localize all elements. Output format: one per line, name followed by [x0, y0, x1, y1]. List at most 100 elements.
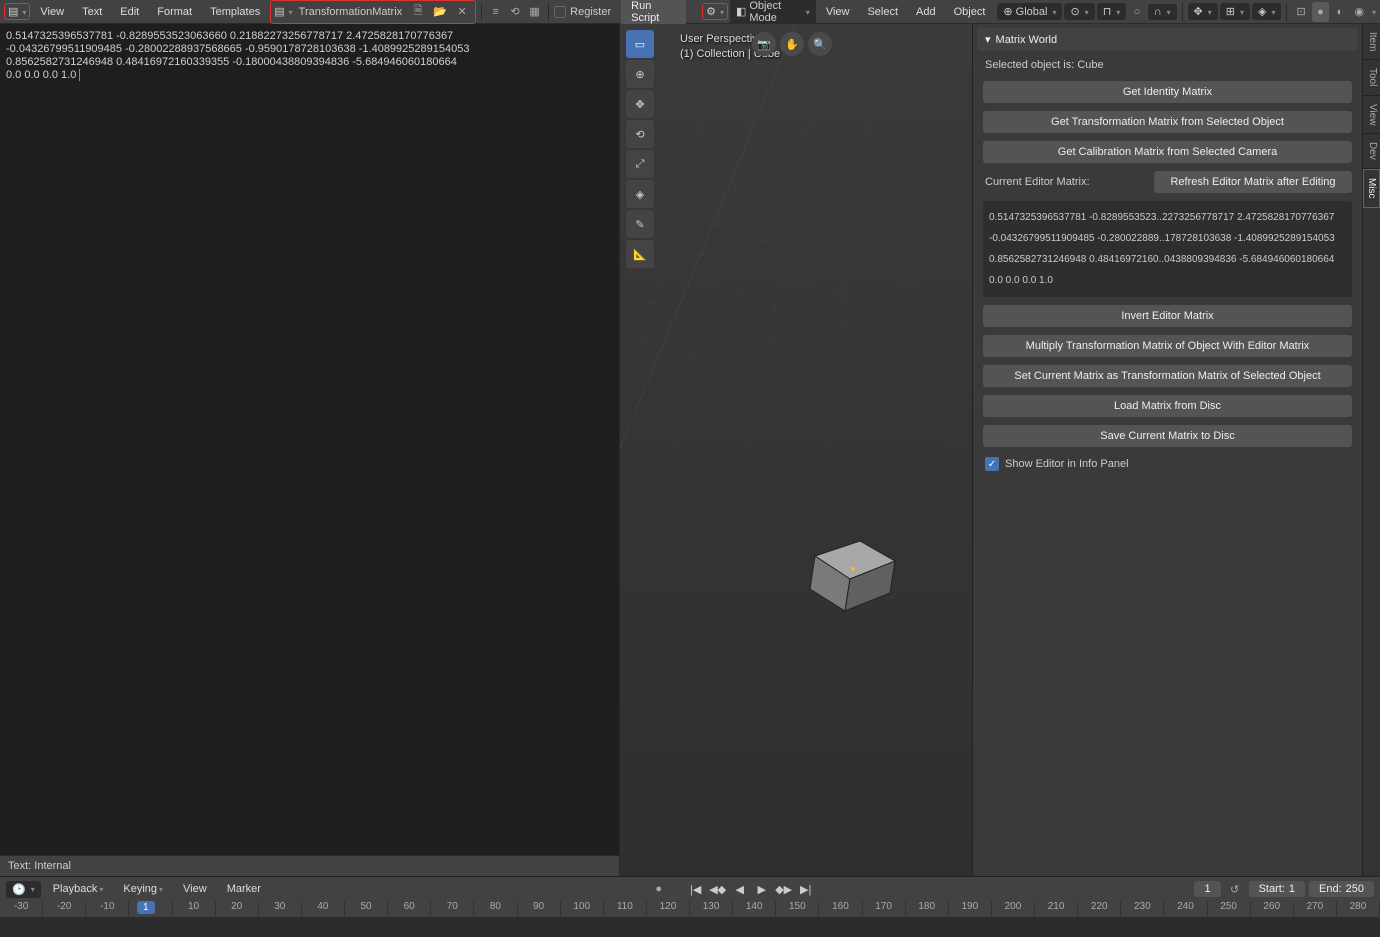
lock-range-icon[interactable]: ↺ [1225, 879, 1245, 899]
tab-item[interactable]: Item [1363, 24, 1380, 60]
pivot-selector[interactable]: ⊙ [1064, 3, 1094, 20]
invert-matrix-button[interactable]: Invert Editor Matrix [983, 305, 1352, 327]
menu-format[interactable]: Format [149, 3, 200, 21]
get-calibration-button[interactable]: Get Calibration Matrix from Selected Cam… [983, 141, 1352, 163]
menu-text[interactable]: Text [74, 3, 110, 21]
text-editor-content[interactable]: 0.5147325396537781 -0.8289553523063660 0… [0, 24, 619, 855]
line-numbers-icon[interactable]: ≡ [487, 2, 504, 22]
n-panel-tabs: Item Tool View Dev Misc [1362, 24, 1380, 876]
show-editor-checkbox-row[interactable]: ✓ Show Editor in Info Panel [977, 453, 1358, 475]
pivot-icon: ⊙ [1070, 5, 1079, 18]
gizmo-icon: ✥ [1194, 5, 1203, 18]
timeline-ruler[interactable]: -30-20-101102030405060708090100110120130… [0, 901, 1380, 937]
tab-view[interactable]: View [1363, 96, 1380, 135]
play-icon[interactable]: ▶ [753, 880, 771, 898]
timeline-tick: 240 [1164, 901, 1207, 917]
jump-next-key-icon[interactable]: ◆▶ [775, 880, 793, 898]
transform-tool[interactable]: ◈ [626, 180, 654, 208]
tab-misc[interactable]: Misc [1363, 169, 1380, 208]
selected-object-label: Selected object is: Cube [977, 55, 1358, 75]
load-matrix-button[interactable]: Load Matrix from Disc [983, 395, 1352, 417]
vp-menu-object[interactable]: Object [946, 3, 994, 21]
shading-wireframe[interactable]: ⊡ [1292, 2, 1309, 22]
end-frame-field[interactable]: End:250 [1309, 881, 1374, 897]
move-tool[interactable]: ✥ [626, 90, 654, 118]
clock-icon: 🕑 [12, 883, 26, 896]
playhead[interactable]: 1 [137, 901, 155, 914]
timeline-editor-type[interactable]: 🕑 [6, 881, 41, 898]
pan-view-icon[interactable]: ✋ [780, 32, 804, 56]
vp-menu-view[interactable]: View [818, 3, 858, 21]
vp-menu-select[interactable]: Select [859, 3, 906, 21]
timeline-tick: 120 [647, 901, 690, 917]
scale-tool[interactable]: ⤢ [626, 150, 654, 178]
timeline-tick: 180 [906, 901, 949, 917]
matrix-display: 0.5147325396537781 -0.8289553523..227325… [983, 201, 1352, 297]
set-transform-button[interactable]: Set Current Matrix as Transformation Mat… [983, 365, 1352, 387]
jump-start-icon[interactable]: |◀ [687, 880, 705, 898]
open-text-icon[interactable]: 📂 [430, 2, 450, 22]
camera-view-icon[interactable]: 📷 [752, 32, 776, 56]
auto-key-icon[interactable]: ● [649, 879, 669, 899]
menu-edit[interactable]: Edit [112, 3, 147, 21]
xray-toggle[interactable]: ◈ [1252, 3, 1281, 20]
proportional-falloff[interactable]: ∩ [1148, 4, 1177, 20]
proportional-edit-icon[interactable]: ○ [1128, 2, 1145, 22]
tl-menu-marker[interactable]: Marker [219, 880, 269, 898]
menu-templates[interactable]: Templates [202, 3, 268, 21]
jump-prev-key-icon[interactable]: ◀◆ [709, 880, 727, 898]
annotate-tool[interactable]: ✎ [626, 210, 654, 238]
magnet-icon: ⊓ [1103, 5, 1112, 18]
refresh-matrix-button[interactable]: Refresh Editor Matrix after Editing [1154, 171, 1352, 193]
checkbox-checked-icon[interactable]: ✓ [985, 457, 999, 471]
shading-rendered[interactable]: ◉ [1351, 2, 1368, 22]
3d-viewport[interactable]: ▭ ⊕ ✥ ⟲ ⤢ ◈ ✎ 📐 User Perspective (1) Col… [620, 24, 972, 876]
cursor-tool[interactable]: ⊕ [626, 60, 654, 88]
save-matrix-button[interactable]: Save Current Matrix to Disc [983, 425, 1352, 447]
rotate-tool[interactable]: ⟲ [626, 120, 654, 148]
jump-end-icon[interactable]: ▶| [797, 880, 815, 898]
text-filename[interactable]: TransformationMatrix [295, 6, 407, 18]
tab-tool[interactable]: Tool [1363, 60, 1380, 95]
viewport-editor-type[interactable]: ⚙ [702, 3, 728, 20]
tab-dev[interactable]: Dev [1363, 134, 1380, 169]
main-area: 0.5147325396537781 -0.8289553523063660 0… [0, 24, 1380, 876]
get-transform-button[interactable]: Get Transformation Matrix from Selected … [983, 111, 1352, 133]
timeline-tick: 160 [819, 901, 862, 917]
timeline-tick: 220 [1078, 901, 1121, 917]
get-identity-button[interactable]: Get Identity Matrix [983, 81, 1352, 103]
timeline-tick: 230 [1121, 901, 1164, 917]
editor-type-selector[interactable]: ▤ [4, 3, 30, 20]
register-checkbox[interactable]: Register [554, 6, 611, 18]
shading-dropdown[interactable] [1370, 6, 1376, 18]
start-frame-field[interactable]: Start:1 [1249, 881, 1305, 897]
datablock-selector[interactable]: ▤ TransformationMatrix 🗎 📂 ✕ [270, 0, 476, 24]
menu-view[interactable]: View [32, 3, 72, 21]
tl-menu-view[interactable]: View [175, 880, 215, 898]
measure-tool[interactable]: 📐 [626, 240, 654, 268]
overlay-icon: ⊞ [1226, 5, 1235, 18]
shading-matpreview[interactable]: ◐ [1331, 2, 1348, 22]
word-wrap-icon[interactable]: ⟲ [506, 2, 523, 22]
timeline-tick: 280 [1337, 901, 1380, 917]
mode-selector[interactable]: ◧ Object Mode [730, 0, 816, 26]
multiply-matrix-button[interactable]: Multiply Transformation Matrix of Object… [983, 335, 1352, 357]
cube-mesh[interactable] [795, 521, 905, 616]
tl-menu-keying[interactable]: Keying [115, 880, 171, 898]
orientation-selector[interactable]: ⊕ Global [997, 3, 1062, 20]
snap-selector[interactable]: ⊓ [1097, 3, 1127, 20]
zoom-view-icon[interactable]: 🔍 [808, 32, 832, 56]
select-box-tool[interactable]: ▭ [626, 30, 654, 58]
current-frame-field[interactable]: 1 [1194, 881, 1220, 897]
play-reverse-icon[interactable]: ◀ [731, 880, 749, 898]
tl-menu-playback[interactable]: Playback [45, 880, 112, 898]
vp-menu-add[interactable]: Add [908, 3, 944, 21]
panel-header-matrix[interactable]: ▾ Matrix World [977, 28, 1358, 51]
new-text-icon[interactable]: 🗎 [408, 2, 428, 22]
shading-solid[interactable]: ● [1312, 2, 1329, 22]
overlay-vis[interactable]: ⊞ [1220, 3, 1250, 20]
syntax-highlight-icon[interactable]: ▦ [526, 2, 543, 22]
gizmo-vis[interactable]: ✥ [1188, 3, 1218, 20]
unlink-text-icon[interactable]: ✕ [452, 2, 472, 22]
run-script-button[interactable]: Run Script [621, 0, 686, 27]
